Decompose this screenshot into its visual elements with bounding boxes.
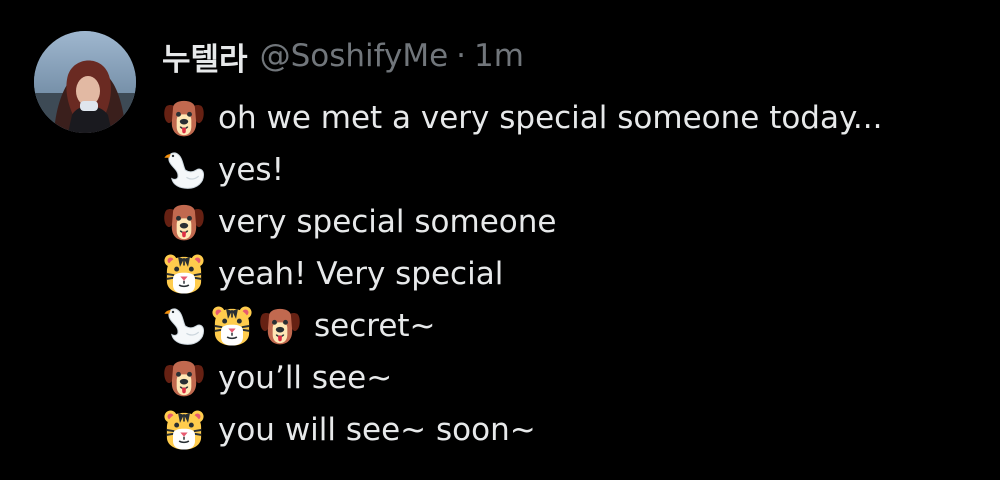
avatar-photo [34,31,136,133]
display-name[interactable]: 누텔라 [162,34,248,79]
emoji-group [162,408,206,452]
dog-face-icon [258,304,302,348]
tweet-line-text: secret~ [314,308,436,344]
tweet-line: you will see~ soon~ [162,404,882,456]
tweet-line-text: you’ll see~ [218,360,393,396]
timestamp[interactable]: 1m [474,38,524,74]
tweet-line: you’ll see~ [162,352,882,404]
tweet-header: 누텔라 @SoshifyMe · 1m [162,34,524,78]
tweet-line: oh we met a very special someone today..… [162,92,882,144]
tweet-line-text: yes! [218,152,284,188]
tweet-line: yes! [162,144,882,196]
tiger-face-icon [162,408,206,452]
swan-icon [162,148,206,192]
emoji-group [162,200,206,244]
tweet-line-text: you will see~ soon~ [218,412,536,448]
dog-face-icon [162,96,206,140]
tiger-face-icon [162,252,206,296]
emoji-group [162,96,206,140]
emoji-group [162,252,206,296]
tweet-line: yeah! Very special [162,248,882,300]
avatar[interactable] [34,31,136,133]
tiger-face-icon [210,304,254,348]
tweet-line: very special someone [162,196,882,248]
emoji-group [162,148,206,192]
tweet-line-text: very special someone [218,204,557,240]
dog-face-icon [162,200,206,244]
separator: · [456,38,467,74]
tweet-line-text: oh we met a very special someone today..… [218,100,883,136]
emoji-group [162,356,206,400]
dog-face-icon [162,356,206,400]
emoji-group [162,304,302,348]
user-handle[interactable]: @SoshifyMe [260,38,449,74]
tweet[interactable]: 누텔라 @SoshifyMe · 1m oh we met a very spe… [0,0,1000,480]
tweet-body: oh we met a very special someone today..… [162,92,882,456]
tweet-line: secret~ [162,300,882,352]
tweet-line-text: yeah! Very special [218,256,504,292]
swan-icon [162,304,206,348]
